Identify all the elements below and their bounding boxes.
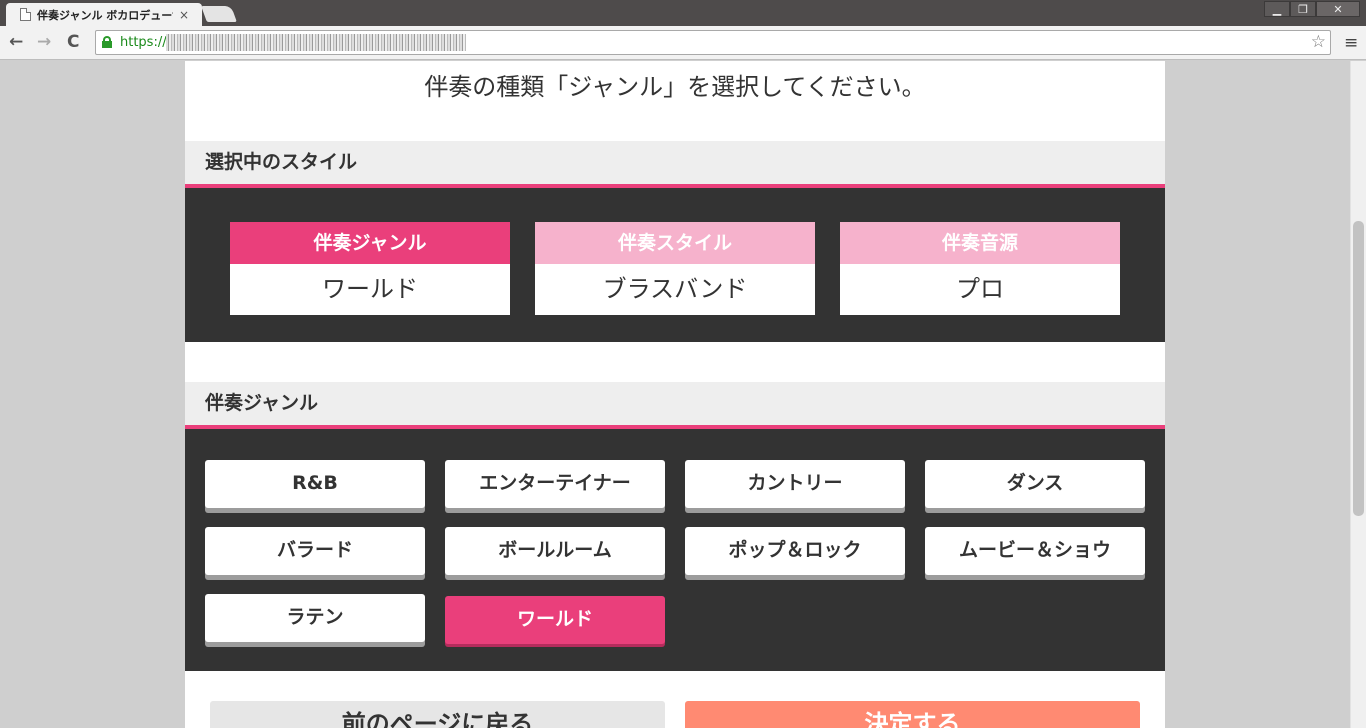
vertical-scrollbar[interactable] <box>1350 61 1366 728</box>
page-content: 伴奏の種類「ジャンル」を選択してください。 選択中のスタイル 伴奏ジャンル ワー… <box>185 61 1165 728</box>
tab-close-icon[interactable]: × <box>179 8 189 22</box>
browser-tab[interactable]: 伴奏ジャンル ボカロデューサ × <box>6 3 202 26</box>
page-headline: 伴奏の種類「ジャンル」を選択してください。 <box>424 73 926 101</box>
genre-button-ballad[interactable]: バラード <box>205 527 425 575</box>
genre-button-country[interactable]: カントリー <box>685 460 905 508</box>
genre-heading: 伴奏ジャンル <box>185 382 1165 429</box>
selected-style-panel: 伴奏ジャンル ワールド 伴奏スタイル ブラスバンド 伴奏音源 プロ <box>185 188 1165 342</box>
browser-toolbar: ← → C https:// ☆ ≡ <box>0 26 1366 60</box>
genre-button-dance[interactable]: ダンス <box>925 460 1145 508</box>
new-tab-button[interactable] <box>201 6 237 22</box>
bookmark-star-icon[interactable]: ☆ <box>1311 32 1326 52</box>
address-bar[interactable]: https:// ☆ <box>95 30 1331 55</box>
scrollbar-thumb[interactable] <box>1353 221 1364 516</box>
url-redacted <box>166 34 466 51</box>
confirm-button[interactable]: 決定する <box>685 701 1140 728</box>
genre-button-latin[interactable]: ラテン <box>205 594 425 642</box>
selected-style-card: 伴奏スタイル ブラスバンド <box>535 222 815 315</box>
genre-button-pop-rock[interactable]: ポップ＆ロック <box>685 527 905 575</box>
card-value: プロ <box>956 275 1004 303</box>
lock-icon <box>102 36 112 48</box>
forward-arrow-icon[interactable]: → <box>37 32 51 52</box>
card-caption: 伴奏スタイル <box>535 222 815 264</box>
menu-icon[interactable]: ≡ <box>1344 33 1358 53</box>
genre-button-world[interactable]: ワールド <box>445 596 665 644</box>
card-caption: 伴奏ジャンル <box>230 222 510 264</box>
back-button[interactable]: 前のページに戻る <box>210 701 665 728</box>
selected-source-card: 伴奏音源 プロ <box>840 222 1120 315</box>
genre-button-entertainer[interactable]: エンターテイナー <box>445 460 665 508</box>
tab-title: 伴奏ジャンル ボカロデューサ <box>37 8 173 22</box>
selected-style-heading: 選択中のスタイル <box>185 141 1165 188</box>
genre-button-rnb[interactable]: R&B <box>205 460 425 508</box>
back-arrow-icon[interactable]: ← <box>9 32 23 52</box>
genre-panel: R&B エンターテイナー カントリー ダンス バラード ボールルーム ポップ＆ロ… <box>185 429 1165 671</box>
window-controls: ▁ ❐ ✕ <box>1264 1 1360 17</box>
viewport: 伴奏の種類「ジャンル」を選択してください。 選択中のスタイル 伴奏ジャンル ワー… <box>0 61 1350 728</box>
selected-genre-card: 伴奏ジャンル ワールド <box>230 222 510 315</box>
card-value: ワールド <box>322 275 418 303</box>
document-icon <box>20 8 31 21</box>
minimize-button[interactable]: ▁ <box>1264 1 1290 17</box>
browser-titlebar: 伴奏ジャンル ボカロデューサ × ▁ ❐ ✕ <box>0 0 1366 26</box>
genre-button-movie-show[interactable]: ムービー＆ショウ <box>925 527 1145 575</box>
close-window-button[interactable]: ✕ <box>1316 1 1360 17</box>
restore-button[interactable]: ❐ <box>1290 1 1316 17</box>
url-scheme: https:// <box>120 35 167 50</box>
card-caption: 伴奏音源 <box>840 222 1120 264</box>
genre-button-ballroom[interactable]: ボールルーム <box>445 527 665 575</box>
card-value: ブラスバンド <box>602 275 748 303</box>
reload-icon[interactable]: C <box>67 32 79 52</box>
